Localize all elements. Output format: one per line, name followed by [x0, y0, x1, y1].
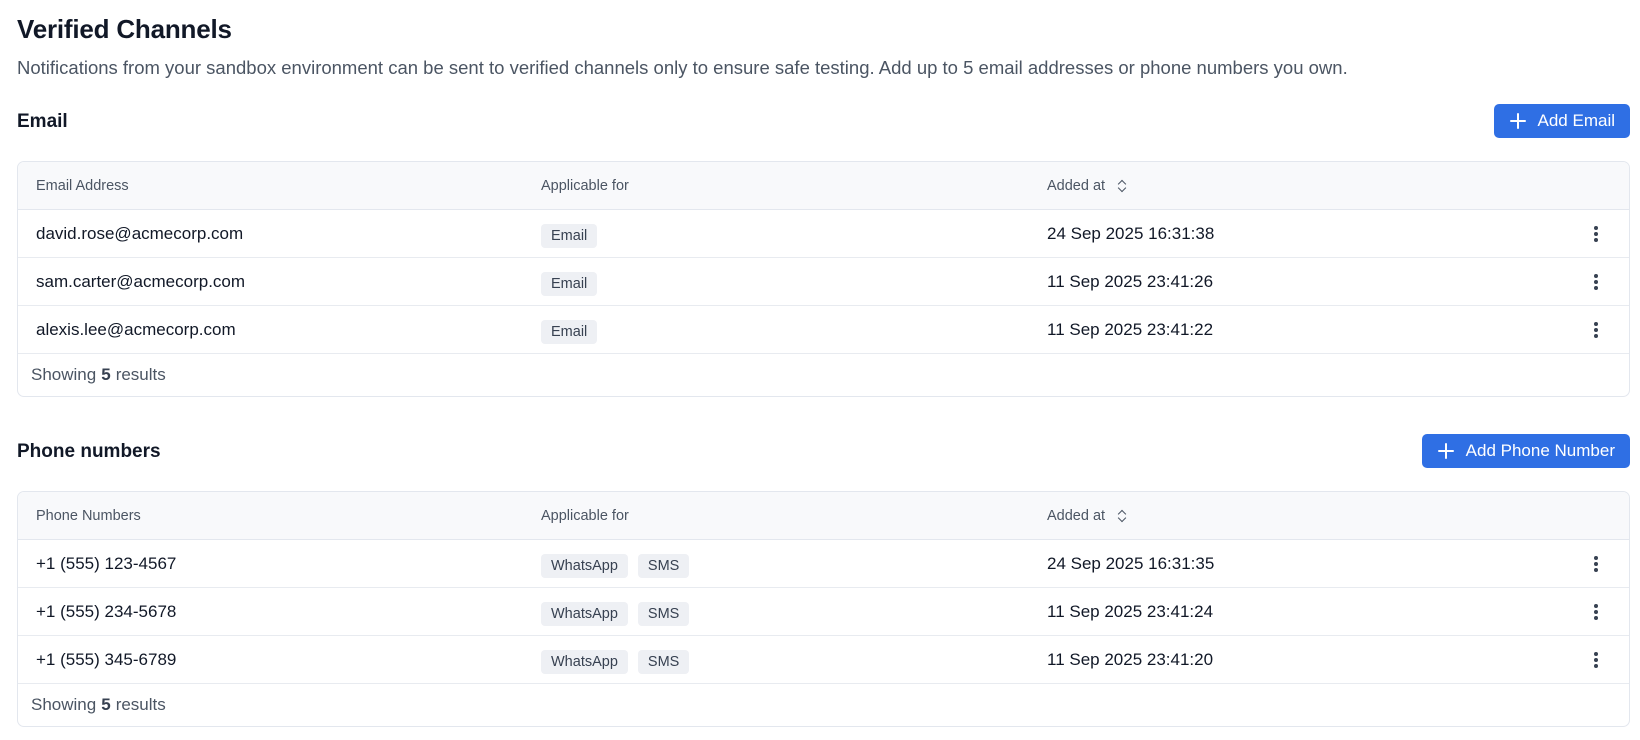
- row-menu-button[interactable]: [1583, 540, 1609, 587]
- column-header-applicable-for: Applicable for: [541, 177, 629, 194]
- column-header-email-address: Email Address: [36, 177, 129, 194]
- more-vertical-icon[interactable]: [1594, 225, 1598, 242]
- channel-tag: SMS: [637, 649, 690, 674]
- table-row: alexis.lee@acmecorp.com Email 11 Sep 202…: [18, 306, 1629, 354]
- results-suffix: results: [115, 695, 166, 714]
- plus-icon: [1437, 443, 1454, 459]
- results-count: Showing 5 results: [31, 354, 166, 396]
- results-prefix: Showing: [31, 365, 97, 384]
- plus-icon: [1509, 113, 1526, 129]
- added-at: 11 Sep 2025 23:41:20: [1047, 649, 1214, 669]
- column-header-added-at-label: Added at: [1047, 507, 1106, 524]
- more-vertical-icon[interactable]: [1594, 603, 1598, 620]
- add-phone-number-label: Add Phone Number: [1465, 441, 1615, 460]
- added-at: 11 Sep 2025 23:41:24: [1047, 601, 1214, 621]
- column-header-applicable-for: Applicable for: [541, 507, 629, 524]
- applicable-for-tags: Email: [541, 306, 607, 353]
- results-prefix: Showing: [31, 695, 97, 714]
- email-section-header: Email Add Email: [17, 104, 1630, 138]
- page-subtitle: Notifications from your sandbox environm…: [17, 57, 1348, 78]
- applicable-for-tags: Email: [541, 210, 607, 257]
- added-at: 11 Sep 2025 23:41:22: [1047, 319, 1214, 339]
- email-section-title: Email: [17, 111, 68, 132]
- email-address: sam.carter@acmecorp.com: [36, 271, 246, 291]
- channel-tag: WhatsApp: [541, 601, 628, 626]
- row-menu-button[interactable]: [1583, 210, 1609, 257]
- phone-section-title: Phone numbers: [17, 441, 161, 462]
- phone-number: +1 (555) 234-5678: [36, 601, 177, 621]
- more-vertical-icon[interactable]: [1594, 651, 1598, 668]
- email-address: david.rose@acmecorp.com: [36, 223, 244, 243]
- more-vertical-icon[interactable]: [1594, 321, 1598, 338]
- row-menu-button[interactable]: [1583, 258, 1609, 305]
- add-phone-number-button[interactable]: Add Phone Number: [1421, 434, 1630, 468]
- table-row: sam.carter@acmecorp.com Email 11 Sep 202…: [18, 258, 1629, 306]
- table-row: +1 (555) 123-4567 WhatsApp SMS 24 Sep 20…: [18, 540, 1629, 588]
- page-title: Verified Channels: [17, 14, 232, 44]
- column-header-added-at[interactable]: Added at: [1047, 492, 1127, 539]
- channel-tag: WhatsApp: [541, 649, 628, 674]
- row-menu-button[interactable]: [1583, 306, 1609, 353]
- channel-tag: WhatsApp: [541, 553, 628, 578]
- row-menu-button[interactable]: [1583, 636, 1609, 683]
- phone-table: Phone Numbers Applicable for Added at +1…: [17, 491, 1630, 727]
- email-table-footer: Showing 5 results: [18, 354, 1629, 396]
- add-email-label: Add Email: [1537, 111, 1615, 130]
- channel-tag: SMS: [637, 553, 690, 578]
- results-suffix: results: [115, 365, 166, 384]
- column-header-added-at[interactable]: Added at: [1047, 162, 1127, 209]
- phone-number: +1 (555) 345-6789: [36, 649, 177, 669]
- applicable-for-tags: WhatsApp SMS: [541, 588, 699, 635]
- email-table-header: Email Address Applicable for Added at: [18, 162, 1629, 210]
- phone-table-header: Phone Numbers Applicable for Added at: [18, 492, 1629, 540]
- added-at: 11 Sep 2025 23:41:26: [1047, 271, 1214, 291]
- column-header-phone-numbers: Phone Numbers: [36, 507, 141, 524]
- more-vertical-icon[interactable]: [1594, 273, 1598, 290]
- add-email-button[interactable]: Add Email: [1493, 104, 1630, 138]
- phone-number: +1 (555) 123-4567: [36, 553, 177, 573]
- sort-icon[interactable]: [1117, 179, 1127, 193]
- added-at: 24 Sep 2025 16:31:35: [1047, 553, 1215, 573]
- sort-icon[interactable]: [1117, 509, 1127, 523]
- channel-tag: SMS: [637, 601, 690, 626]
- email-table: Email Address Applicable for Added at da…: [17, 161, 1630, 397]
- row-menu-button[interactable]: [1583, 588, 1609, 635]
- channel-tag: Email: [541, 223, 598, 248]
- results-number: 5: [101, 695, 111, 714]
- added-at: 24 Sep 2025 16:31:38: [1047, 223, 1215, 243]
- phone-section-header: Phone numbers Add Phone Number: [17, 434, 1630, 468]
- applicable-for-tags: Email: [541, 258, 607, 305]
- applicable-for-tags: WhatsApp SMS: [541, 540, 699, 587]
- column-header-added-at-label: Added at: [1047, 177, 1106, 194]
- email-address: alexis.lee@acmecorp.com: [36, 319, 236, 339]
- table-row: +1 (555) 234-5678 WhatsApp SMS 11 Sep 20…: [18, 588, 1629, 636]
- channel-tag: Email: [541, 319, 598, 344]
- more-vertical-icon[interactable]: [1594, 555, 1598, 572]
- table-row: +1 (555) 345-6789 WhatsApp SMS 11 Sep 20…: [18, 636, 1629, 684]
- applicable-for-tags: WhatsApp SMS: [541, 636, 699, 683]
- results-number: 5: [101, 365, 111, 384]
- channel-tag: Email: [541, 271, 598, 296]
- phone-table-footer: Showing 5 results: [18, 684, 1629, 726]
- results-count: Showing 5 results: [31, 684, 166, 726]
- table-row: david.rose@acmecorp.com Email 24 Sep 202…: [18, 210, 1629, 258]
